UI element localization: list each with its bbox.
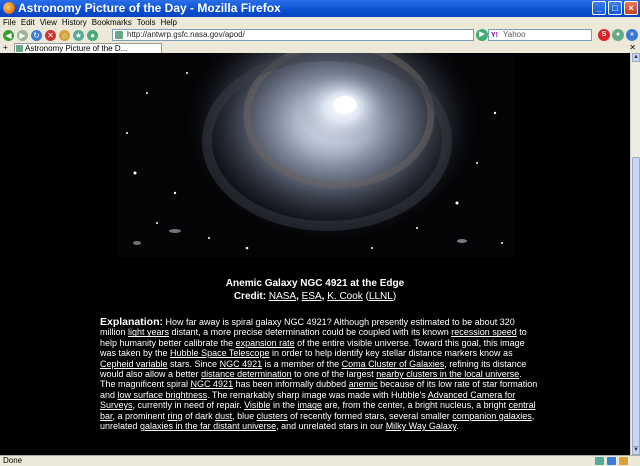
explanation-text-run: distant, a more precise determination co… xyxy=(169,327,452,338)
status-bar: Done xyxy=(0,455,640,466)
explanation-link[interactable]: galaxies in the far distant universe xyxy=(140,421,276,431)
credit-link-nasa[interactable]: NASA xyxy=(269,291,296,302)
credit-link-esa[interactable]: ESA xyxy=(302,291,322,302)
reload-icon[interactable]: ↻ xyxy=(31,30,42,41)
explanation-link[interactable]: anemic xyxy=(349,379,378,389)
status-text: Done xyxy=(3,456,23,465)
scroll-up-icon[interactable]: ▲ xyxy=(632,53,640,62)
explanation-link[interactable]: nearby clusters in the local universe xyxy=(376,369,519,379)
explanation-text-run: to one of the largest xyxy=(291,369,377,380)
url-bar[interactable]: http://antwrp.gsfc.nasa.gov/apod/ xyxy=(112,29,474,41)
maximize-button[interactable]: □ xyxy=(608,1,622,15)
forward-icon[interactable]: ▶ xyxy=(17,30,28,41)
scroll-down-icon[interactable]: ▼ xyxy=(632,446,640,455)
firefox-icon xyxy=(3,2,15,14)
extension-icon[interactable]: ● xyxy=(612,29,624,41)
explanation-link[interactable]: recession speed xyxy=(451,327,517,337)
explanation-text-run: of dark xyxy=(182,410,216,421)
menu-item-view[interactable]: View xyxy=(40,17,57,28)
tab-bar: + Astronomy Picture of the D... ✕ xyxy=(0,43,640,53)
explanation-link[interactable]: Hubble Space Telescope xyxy=(170,348,269,358)
explanation-link[interactable]: dust xyxy=(215,411,232,421)
explanation-link[interactable]: light years xyxy=(128,327,169,337)
tab-label: Astronomy Picture of the D... xyxy=(25,44,128,53)
explanation-link[interactable]: clusters xyxy=(257,411,288,421)
explanation-text-run: are, from the center, a bright nucleus, … xyxy=(321,400,509,411)
explanation-text-run: . xyxy=(456,421,459,432)
explanation-text-run: of recently formed stars, several smalle… xyxy=(287,410,453,421)
menu-item-bookmarks[interactable]: Bookmarks xyxy=(92,17,132,28)
explanation-link[interactable]: NGC 4921 xyxy=(220,359,263,369)
vertical-scrollbar[interactable]: ▲ ▼ xyxy=(630,53,640,455)
explanation-link[interactable]: NGC 4921 xyxy=(191,379,234,389)
explanation-text-run: , currently in need of repair. xyxy=(132,400,245,411)
menu-item-file[interactable]: File xyxy=(3,17,16,28)
menu-item-edit[interactable]: Edit xyxy=(21,17,35,28)
explanation-lead: Explanation: xyxy=(100,316,164,328)
stop-sign-icon[interactable]: S xyxy=(598,29,610,41)
search-input[interactable]: Y! Yahoo xyxy=(488,29,592,41)
explanation-link[interactable]: Visible xyxy=(244,400,270,410)
navigation-toolbar: ◀ ▶ ↻ ✕ ⌂ ★ ● http://antwrp.gsfc.nasa.go… xyxy=(0,28,640,43)
explanation-text: Explanation: How far away is spiral gala… xyxy=(100,317,538,431)
explanation-link[interactable]: ring xyxy=(168,411,183,421)
minimize-button[interactable]: _ xyxy=(592,1,606,15)
close-button[interactable]: × xyxy=(624,1,638,15)
page-content: Anemic Galaxy NGC 4921 at the Edge Credi… xyxy=(0,53,630,455)
home-icon[interactable]: ⌂ xyxy=(59,30,70,41)
tab-favicon-icon xyxy=(16,45,23,52)
status-download-icon[interactable] xyxy=(619,457,628,465)
back-icon[interactable]: ◀ xyxy=(3,30,14,41)
credit-link-llnl[interactable]: LLNL xyxy=(369,291,393,302)
toolbar-menu-icon[interactable]: » xyxy=(626,29,638,41)
explanation-text-run: , blue xyxy=(232,410,257,421)
scrollbar-thumb[interactable] xyxy=(632,157,640,447)
bookmark-icon[interactable]: ★ xyxy=(73,30,84,41)
status-addon-icon[interactable] xyxy=(595,457,604,465)
galaxy-image xyxy=(117,53,515,258)
explanation-link[interactable]: image xyxy=(297,400,322,410)
credit-link-kcook[interactable]: K. Cook xyxy=(327,291,363,302)
url-text: http://antwrp.gsfc.nasa.gov/apod/ xyxy=(127,30,245,39)
explanation-text-run: has been informally dubbed xyxy=(233,379,349,390)
image-title: Anemic Galaxy NGC 4921 at the Edge xyxy=(225,278,405,289)
new-tab-icon[interactable]: + xyxy=(3,43,8,53)
site-favicon-icon xyxy=(115,31,123,39)
window-title: Astronomy Picture of the Day - Mozilla F… xyxy=(18,1,281,15)
explanation-link[interactable]: low surface brightness xyxy=(118,390,208,400)
explanation-link[interactable]: Milky Way Galaxy xyxy=(386,421,457,431)
explanation-link[interactable]: companion galaxies xyxy=(452,411,532,421)
explanation-link[interactable]: Cepheid variable xyxy=(100,359,168,369)
explanation-text-run: . The remarkably sharp image was made wi… xyxy=(207,389,428,400)
credit-line: Credit: NASA, ESA, K. Cook (LLNL) xyxy=(233,291,397,302)
explanation-text-run: in order to help identify key stellar di… xyxy=(269,348,513,359)
tab-apod[interactable]: Astronomy Picture of the D... xyxy=(14,43,162,53)
explanation-text-run: stars. Since xyxy=(167,358,220,369)
menu-item-help[interactable]: Help xyxy=(160,17,176,28)
addon-icon[interactable]: ● xyxy=(87,30,98,41)
explanation-text-run: is a member of the xyxy=(262,358,342,369)
go-icon[interactable]: ▶ xyxy=(476,29,488,41)
explanation-text-run: in the xyxy=(270,400,298,411)
status-security-icon[interactable] xyxy=(607,457,616,465)
yahoo-icon: Y! xyxy=(491,32,498,39)
explanation-text-run: , and unrelated stars in our xyxy=(276,421,386,432)
credit-label: Credit: xyxy=(233,291,267,302)
explanation-link[interactable]: Coma Cluster of Galaxies xyxy=(342,359,445,369)
image-caption: Anemic Galaxy NGC 4921 at the Edge Credi… xyxy=(0,277,630,303)
explanation-link[interactable]: distance determination xyxy=(201,369,292,379)
stop-icon[interactable]: ✕ xyxy=(45,30,56,41)
menu-bar: File Edit View History Bookmarks Tools Help xyxy=(0,17,640,28)
search-placeholder: Yahoo xyxy=(503,30,526,39)
window-titlebar: Astronomy Picture of the Day - Mozilla F… xyxy=(0,0,640,17)
menu-item-history[interactable]: History xyxy=(62,17,87,28)
close-tab-icon[interactable]: ✕ xyxy=(629,43,636,53)
explanation-link[interactable]: expansion rate xyxy=(236,338,295,348)
menu-item-tools[interactable]: Tools xyxy=(137,17,156,28)
explanation-text-run: , a prominent xyxy=(112,410,168,421)
